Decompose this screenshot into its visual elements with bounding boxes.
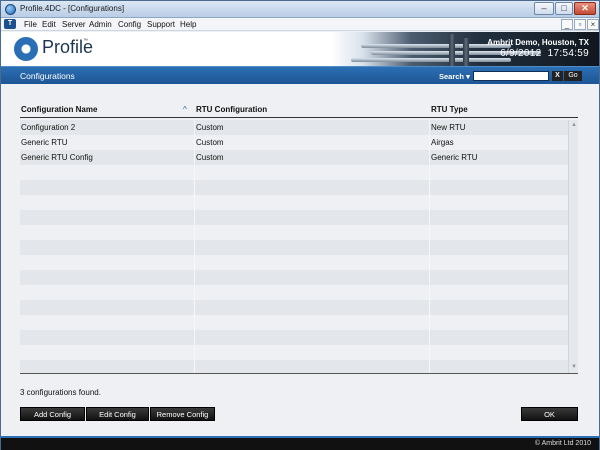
document-icon[interactable]: T [4,19,16,29]
edit-config-button[interactable]: Edit Config [86,407,149,421]
empty-table-row [20,255,568,270]
cell-rtu-type: Generic RTU [431,153,478,162]
empty-table-row [20,210,568,225]
empty-table-row [20,240,568,255]
column-divider [194,120,195,373]
empty-table-row [20,345,568,360]
page-title: Configurations [20,71,75,81]
table-bottom-divider [20,373,578,374]
empty-table-row [20,180,568,195]
menu-server[interactable]: Server [62,20,86,29]
search-clear-button[interactable]: X [552,71,563,81]
app-window: Profile.4DC - [Configurations] – □ ✕ T F… [0,0,600,450]
page-header-strip: Configurations Search ▾ X Go [1,66,599,84]
window-minimize-button[interactable]: – [534,2,554,15]
cell-rtu-type: New RTU [431,123,466,132]
cell-configuration-name: Configuration 2 [21,123,76,132]
header-banner: Profile ™ Ambrit Demo, Houston, TX 6/9/2… [1,32,599,66]
remove-config-button[interactable]: Remove Config [150,407,215,421]
empty-table-row [20,315,568,330]
profile-logo-icon [14,37,38,61]
site-name: Ambrit Demo, Houston, TX [487,38,589,47]
cell-rtu-configuration: Custom [196,153,224,162]
empty-table-row [20,225,568,240]
empty-table-row [20,360,568,373]
footer-bar: © Ambrit Ltd 2010 [1,436,599,450]
cell-configuration-name: Generic RTU [21,138,68,147]
menu-config[interactable]: Config [118,20,141,29]
empty-table-row [20,300,568,315]
column-header-rtu-configuration[interactable]: RTU Configuration [196,105,267,114]
column-header-configuration-name[interactable]: Configuration Name [21,105,97,114]
empty-table-row [20,285,568,300]
table-row[interactable]: Configuration 2 Custom New RTU [20,120,568,135]
table-row[interactable]: Generic RTU Custom Airgas [20,135,568,150]
mdi-restore-button[interactable]: ▫ [574,19,586,30]
table-row[interactable]: Generic RTU Config Custom Generic RTU [20,150,568,165]
search-scope-dropdown[interactable]: Search ▾ [439,72,470,81]
current-date: 6/9/2012 [500,48,542,59]
cell-configuration-name: Generic RTU Config [21,153,93,162]
search-input[interactable] [473,71,549,81]
configurations-table: Configuration Name ^ RTU Configuration R… [20,101,578,374]
copyright-text: © Ambrit Ltd 2010 [534,440,591,447]
mdi-minimize-button[interactable]: _ [561,19,573,30]
sort-ascending-icon[interactable]: ^ [183,105,187,114]
cell-rtu-type: Airgas [431,138,454,147]
table-body: Configuration 2 Custom New RTU Generic R… [20,120,568,373]
table-scrollbar[interactable]: ▲ ▼ [568,120,578,374]
date-time: 6/9/2012 17:54:59 [500,48,589,59]
empty-table-row [20,270,568,285]
window-close-button[interactable]: ✕ [574,2,596,15]
column-divider [429,120,430,373]
window-maximize-button[interactable]: □ [555,2,573,15]
ok-button[interactable]: OK [521,407,578,421]
scroll-down-icon[interactable]: ▼ [570,363,578,371]
table-header: Configuration Name ^ RTU Configuration R… [20,101,578,118]
logo-trademark: ™ [83,38,88,44]
title-bar: Profile.4DC - [Configurations] – □ ✕ [1,1,599,18]
menu-bar: T File Edit Server Admin Config Support … [1,18,599,31]
menu-edit[interactable]: Edit [42,20,56,29]
column-header-rtu-type[interactable]: RTU Type [431,105,468,114]
search-go-button[interactable]: Go [564,71,582,81]
menu-help[interactable]: Help [180,20,196,29]
empty-table-row [20,165,568,180]
add-config-button[interactable]: Add Config [20,407,85,421]
empty-table-row [20,330,568,345]
scroll-up-icon[interactable]: ▲ [570,121,578,129]
menu-file[interactable]: File [24,20,37,29]
result-count: 3 configurations found. [20,388,101,397]
menu-admin[interactable]: Admin [89,20,112,29]
cell-rtu-configuration: Custom [196,138,224,147]
app-logo-icon [5,4,16,15]
menu-support[interactable]: Support [147,20,175,29]
mdi-close-button[interactable]: × [587,19,599,30]
window-title: Profile.4DC - [Configurations] [20,4,125,13]
cell-rtu-configuration: Custom [196,123,224,132]
empty-table-row [20,195,568,210]
current-time: 17:54:59 [547,48,589,59]
